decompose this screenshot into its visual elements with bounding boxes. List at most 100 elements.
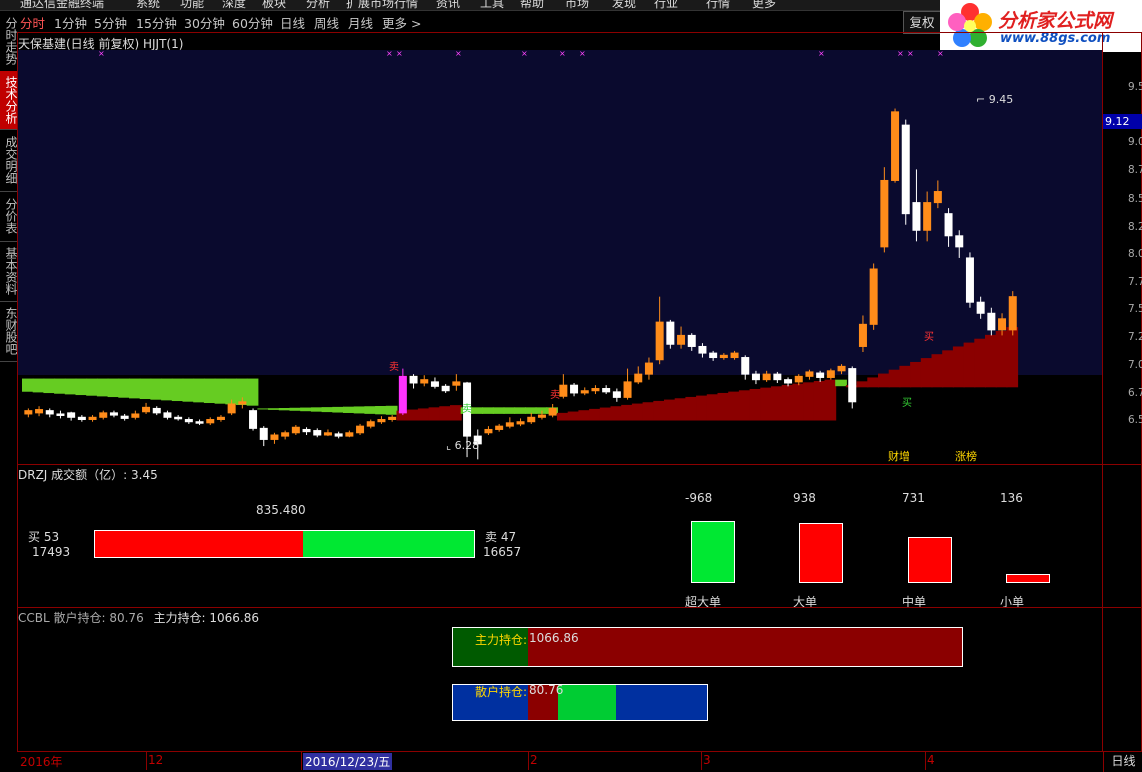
candle-body — [762, 373, 771, 381]
candle-body — [912, 202, 921, 231]
menu-item[interactable]: 帮助 — [520, 0, 544, 10]
event-tag[interactable]: 涨榜 — [955, 449, 977, 463]
trend-band-segment — [578, 410, 591, 421]
candle-body — [891, 111, 900, 181]
retail-holding-bar: 散户持仓: 80.76 — [452, 683, 708, 721]
trend-band-segment — [696, 395, 708, 421]
drzj-total: 835.480 — [256, 503, 306, 517]
period-button[interactable]: 30分钟 — [184, 13, 225, 32]
candle — [570, 382, 579, 397]
candle — [848, 366, 857, 409]
sell-value: 16657 — [483, 545, 522, 559]
menu-item[interactable]: 板块 — [262, 0, 286, 10]
candle-body — [99, 412, 108, 418]
candlestick-chart[interactable]: ⌐ 9.45⌞ 6.28卖卖卖买买× × × × × × × × × × ×财增 涨榜 — [18, 50, 1102, 464]
period-button[interactable]: 周线 — [314, 13, 339, 32]
period-button[interactable]: 日线 — [280, 13, 305, 32]
candle-body — [998, 318, 1007, 331]
candle — [142, 402, 151, 414]
fuquan-button[interactable]: 复权 — [903, 11, 941, 34]
candle — [120, 413, 129, 421]
trend-band-segment — [278, 407, 291, 411]
candle-body — [484, 428, 493, 434]
left-tab[interactable]: 分时走势 — [0, 11, 18, 72]
candle-body — [826, 370, 835, 378]
app-title: 通达信金融终端 — [20, 0, 105, 10]
trend-band-segment — [246, 378, 259, 406]
menu-item[interactable]: 扩展市场行情 — [346, 0, 418, 10]
drzj-axis-frame — [1102, 464, 1142, 608]
signal-marker: 卖 — [462, 403, 472, 415]
period-button[interactable]: 60分钟 — [232, 13, 273, 32]
candle-body — [388, 416, 397, 421]
menu-item[interactable]: 行业 — [654, 0, 678, 10]
candle-body — [313, 430, 322, 436]
trend-band-segment — [642, 402, 655, 421]
candle-body — [441, 385, 450, 392]
left-tab[interactable]: 技术分析 — [0, 71, 18, 130]
menu-item[interactable]: 市场 — [565, 0, 589, 10]
main-holding-label: 主力持仓: — [475, 633, 528, 647]
event-mark: × — [455, 50, 462, 58]
period-button[interactable]: 5分钟 — [94, 13, 127, 32]
candle — [152, 406, 161, 416]
ccbl-main-text: 主力持仓: 1066.86 — [153, 611, 260, 625]
order-value: -968 — [685, 491, 713, 505]
period-toolbar: 分时 1分钟 5分钟 15分钟 30分钟 60分钟 日线 周线 月线 更多 > — [17, 11, 907, 32]
date-axis-tick — [528, 752, 529, 770]
period-button[interactable]: 15分钟 — [136, 13, 177, 32]
period-button[interactable]: 分时 — [20, 13, 45, 32]
period-indicator[interactable]: 日线 — [1103, 751, 1142, 772]
candle-body — [612, 391, 621, 398]
candle — [398, 368, 407, 416]
candle — [495, 423, 504, 432]
date-axis-label: 2 — [530, 753, 538, 767]
ccbl-title: CCBL 散户持仓: 80.76 主力持仓: 1066.86 — [18, 609, 259, 626]
menu-item[interactable]: 更多 — [752, 0, 776, 10]
candle-body — [398, 375, 407, 414]
menu-item[interactable]: 系统 — [136, 0, 160, 10]
trend-band-segment — [749, 388, 762, 421]
menu-item[interactable]: 功能 — [180, 0, 204, 10]
period-button[interactable]: 更多 > — [382, 13, 421, 32]
trend-band-segment — [664, 399, 676, 421]
candle — [281, 430, 290, 440]
candle — [452, 374, 461, 391]
left-tab[interactable]: 东财股吧 — [0, 301, 18, 362]
menu-item[interactable]: 深度 — [222, 0, 246, 10]
trend-band-segment — [375, 406, 387, 415]
candle — [174, 415, 183, 421]
period-button[interactable]: 月线 — [348, 13, 373, 32]
main-holding-bar: 主力持仓: 1066.86 — [452, 627, 963, 667]
event-mark: × — [396, 50, 403, 58]
left-tab[interactable]: 成交明细 — [0, 129, 18, 192]
menu-item[interactable]: 工具 — [480, 0, 504, 10]
menu-item[interactable]: 行情 — [706, 0, 730, 10]
left-tab[interactable]: 分价表 — [0, 191, 18, 242]
candle-body — [666, 321, 675, 345]
candle-body — [163, 412, 172, 418]
candle — [505, 417, 514, 429]
trend-band-segment — [343, 406, 355, 413]
menu-item[interactable]: 发现 — [612, 0, 636, 10]
menu-item[interactable]: 分析 — [306, 0, 330, 10]
trend-band-segment — [75, 378, 88, 396]
trend-band-segment — [492, 407, 505, 414]
trend-band-segment — [942, 350, 954, 388]
period-button[interactable]: 1分钟 — [54, 13, 87, 32]
date-axis-label: 12 — [148, 753, 164, 767]
trend-band-segment — [738, 390, 751, 421]
candle-body — [505, 422, 514, 427]
candle-body — [537, 414, 546, 418]
candle-body — [623, 381, 632, 398]
event-tag[interactable]: 财增 — [888, 449, 910, 463]
menu-item[interactable]: 资讯 — [436, 0, 460, 10]
date-axis-tick — [701, 752, 702, 770]
candle-body — [773, 373, 782, 381]
trend-band-segment — [300, 407, 312, 412]
candle-body — [270, 434, 279, 440]
candle — [527, 412, 536, 424]
left-tab[interactable]: 基本资料 — [0, 241, 18, 302]
candle-body — [944, 213, 953, 237]
trend-band-segment — [910, 361, 922, 388]
